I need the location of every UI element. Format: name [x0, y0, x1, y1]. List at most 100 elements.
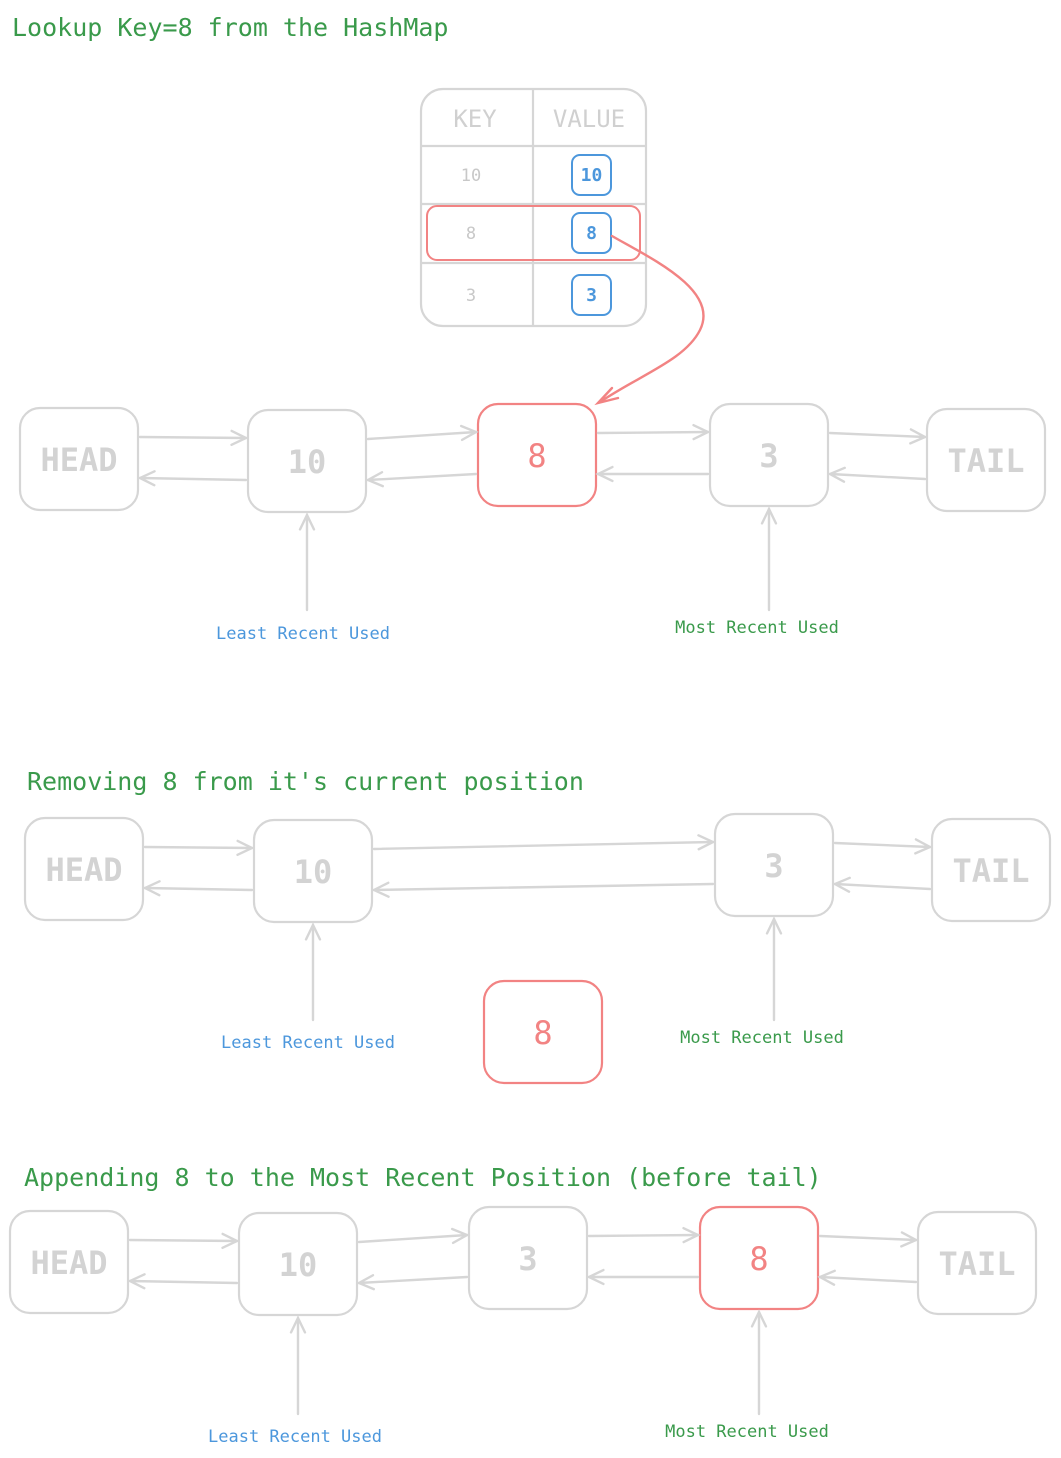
- arrow-shaft: [357, 1275, 469, 1285]
- hashmap-key: 3: [466, 286, 476, 306]
- hashmap-row: 33: [466, 274, 612, 316]
- arrow-shaft: [372, 840, 715, 851]
- prev-pointer-arrow: [595, 465, 710, 483]
- arrow-shaft: [143, 886, 254, 892]
- arrow-shaft: [828, 431, 927, 439]
- next-pointer-arrow: [828, 428, 928, 445]
- node-label: HEAD: [40, 441, 117, 479]
- hashmap-row: 10 10: [461, 154, 612, 196]
- next-pointer-arrow: [128, 1232, 240, 1250]
- arrow-shaft: [818, 1234, 918, 1242]
- hashmap-value: 8: [586, 223, 597, 244]
- lru-pointer-arrow: [298, 512, 316, 612]
- node-label: 10: [288, 443, 327, 481]
- list-node: 10: [237, 1211, 359, 1317]
- arrow-shaft: [138, 435, 248, 440]
- node-label: 10: [294, 853, 333, 891]
- next-pointer-arrow: [366, 424, 479, 442]
- lru-pointer-arrow: [289, 1315, 307, 1416]
- linked-list-section-1: HEAD 10 8 3 TAIL Least Recent Used Most Recent…: [18, 402, 1047, 644]
- node-label: 3: [518, 1240, 537, 1278]
- mru-label: Most Recent Used: [680, 1028, 844, 1048]
- hashmap-key: 8: [466, 224, 476, 244]
- prev-pointer-arrow: [137, 470, 248, 487]
- node-label: HEAD: [30, 1244, 107, 1282]
- list-node: HEAD: [23, 816, 145, 922]
- node-label: HEAD: [45, 851, 122, 889]
- prev-pointer-arrow: [817, 1269, 918, 1286]
- section-3-title: Appending 8 to the Most Recent Position …: [24, 1163, 822, 1192]
- arrow-shaft: [833, 882, 932, 891]
- hashmap-header-value: VALUE: [553, 105, 625, 133]
- node-label: 8: [533, 1014, 552, 1052]
- list-node: HEAD: [18, 406, 140, 512]
- lru-label: Least Recent Used: [208, 1427, 382, 1447]
- arrow-shaft: [833, 841, 932, 849]
- node-label: 10: [279, 1246, 318, 1284]
- arrow-shaft: [143, 845, 254, 850]
- prev-pointer-arrow: [356, 1274, 469, 1291]
- node-label: 3: [759, 437, 778, 475]
- list-node: TAIL: [925, 407, 1047, 513]
- list-node: 10: [246, 408, 368, 514]
- lru-pointer-arrow: [304, 922, 322, 1022]
- arrow-shaft: [366, 430, 478, 441]
- arrow-shaft: [372, 882, 715, 892]
- next-pointer-arrow: [818, 1231, 919, 1248]
- prev-pointer-arrow: [365, 471, 478, 488]
- arrow-shaft: [357, 1233, 469, 1244]
- arrow-shaft: [828, 472, 927, 481]
- hashmap-header-key: KEY: [453, 105, 497, 133]
- next-pointer-arrow: [833, 838, 933, 855]
- next-pointer-arrow: [596, 423, 711, 441]
- list-node: TAIL: [916, 1210, 1038, 1316]
- list-node: 8: [482, 979, 604, 1085]
- next-pointer-arrow: [587, 1226, 701, 1244]
- node-label: 8: [749, 1240, 768, 1278]
- mru-pointer-arrow: [750, 1309, 768, 1416]
- arrow-shaft: [587, 1233, 700, 1238]
- prev-pointer-arrow: [127, 1273, 239, 1290]
- list-node: TAIL: [930, 817, 1052, 923]
- next-pointer-arrow: [138, 429, 249, 447]
- arrow-shaft: [128, 1279, 239, 1285]
- node-label: 3: [764, 847, 783, 885]
- list-node: 3: [708, 402, 830, 508]
- next-pointer-arrow: [372, 834, 716, 851]
- list-node: HEAD: [8, 1209, 130, 1315]
- linked-list-section-3: HEAD 10 3 8 TAIL Least Recent Used Most Recent…: [8, 1205, 1038, 1447]
- lru-label: Least Recent Used: [221, 1033, 395, 1053]
- hashmap-key: 10: [461, 166, 481, 186]
- list-node: 8: [476, 402, 598, 508]
- mru-label: Most Recent Used: [665, 1422, 829, 1442]
- arrow-shaft: [818, 1275, 918, 1284]
- arrow-shaft: [596, 430, 710, 435]
- prev-pointer-arrow: [142, 880, 254, 897]
- node-label: TAIL: [938, 1245, 1015, 1283]
- next-pointer-arrow: [357, 1227, 470, 1245]
- mru-pointer-arrow: [760, 506, 778, 612]
- next-pointer-arrow: [143, 839, 255, 857]
- prev-pointer-arrow: [586, 1268, 700, 1286]
- hashmap-table: KEY VALUE 10 108 83 3: [419, 87, 705, 406]
- hashmap-value: 10: [581, 165, 603, 186]
- arrow-shaft: [138, 476, 248, 482]
- mru-pointer-arrow: [765, 916, 783, 1022]
- mru-label: Most Recent Used: [675, 618, 839, 638]
- lru-label: Least Recent Used: [216, 624, 390, 644]
- node-label: TAIL: [952, 852, 1029, 890]
- list-node: 3: [467, 1205, 589, 1311]
- list-node: 8: [698, 1205, 820, 1311]
- node-label: TAIL: [947, 442, 1024, 480]
- section-1-title: Lookup Key=8 from the HashMap: [12, 13, 449, 42]
- list-node: 10: [252, 818, 374, 924]
- lru-cache-diagram: Lookup Key=8 from the HashMap Removing 8…: [8, 13, 1052, 1447]
- node-label: 8: [527, 437, 546, 475]
- arrow-shaft: [128, 1238, 239, 1243]
- prev-pointer-arrow: [371, 881, 715, 898]
- arrow-shaft: [366, 472, 478, 482]
- hashmap-value: 3: [586, 285, 597, 306]
- prev-pointer-arrow: [827, 466, 927, 483]
- prev-pointer-arrow: [832, 876, 932, 893]
- section-2-title: Removing 8 from it's current position: [27, 767, 584, 796]
